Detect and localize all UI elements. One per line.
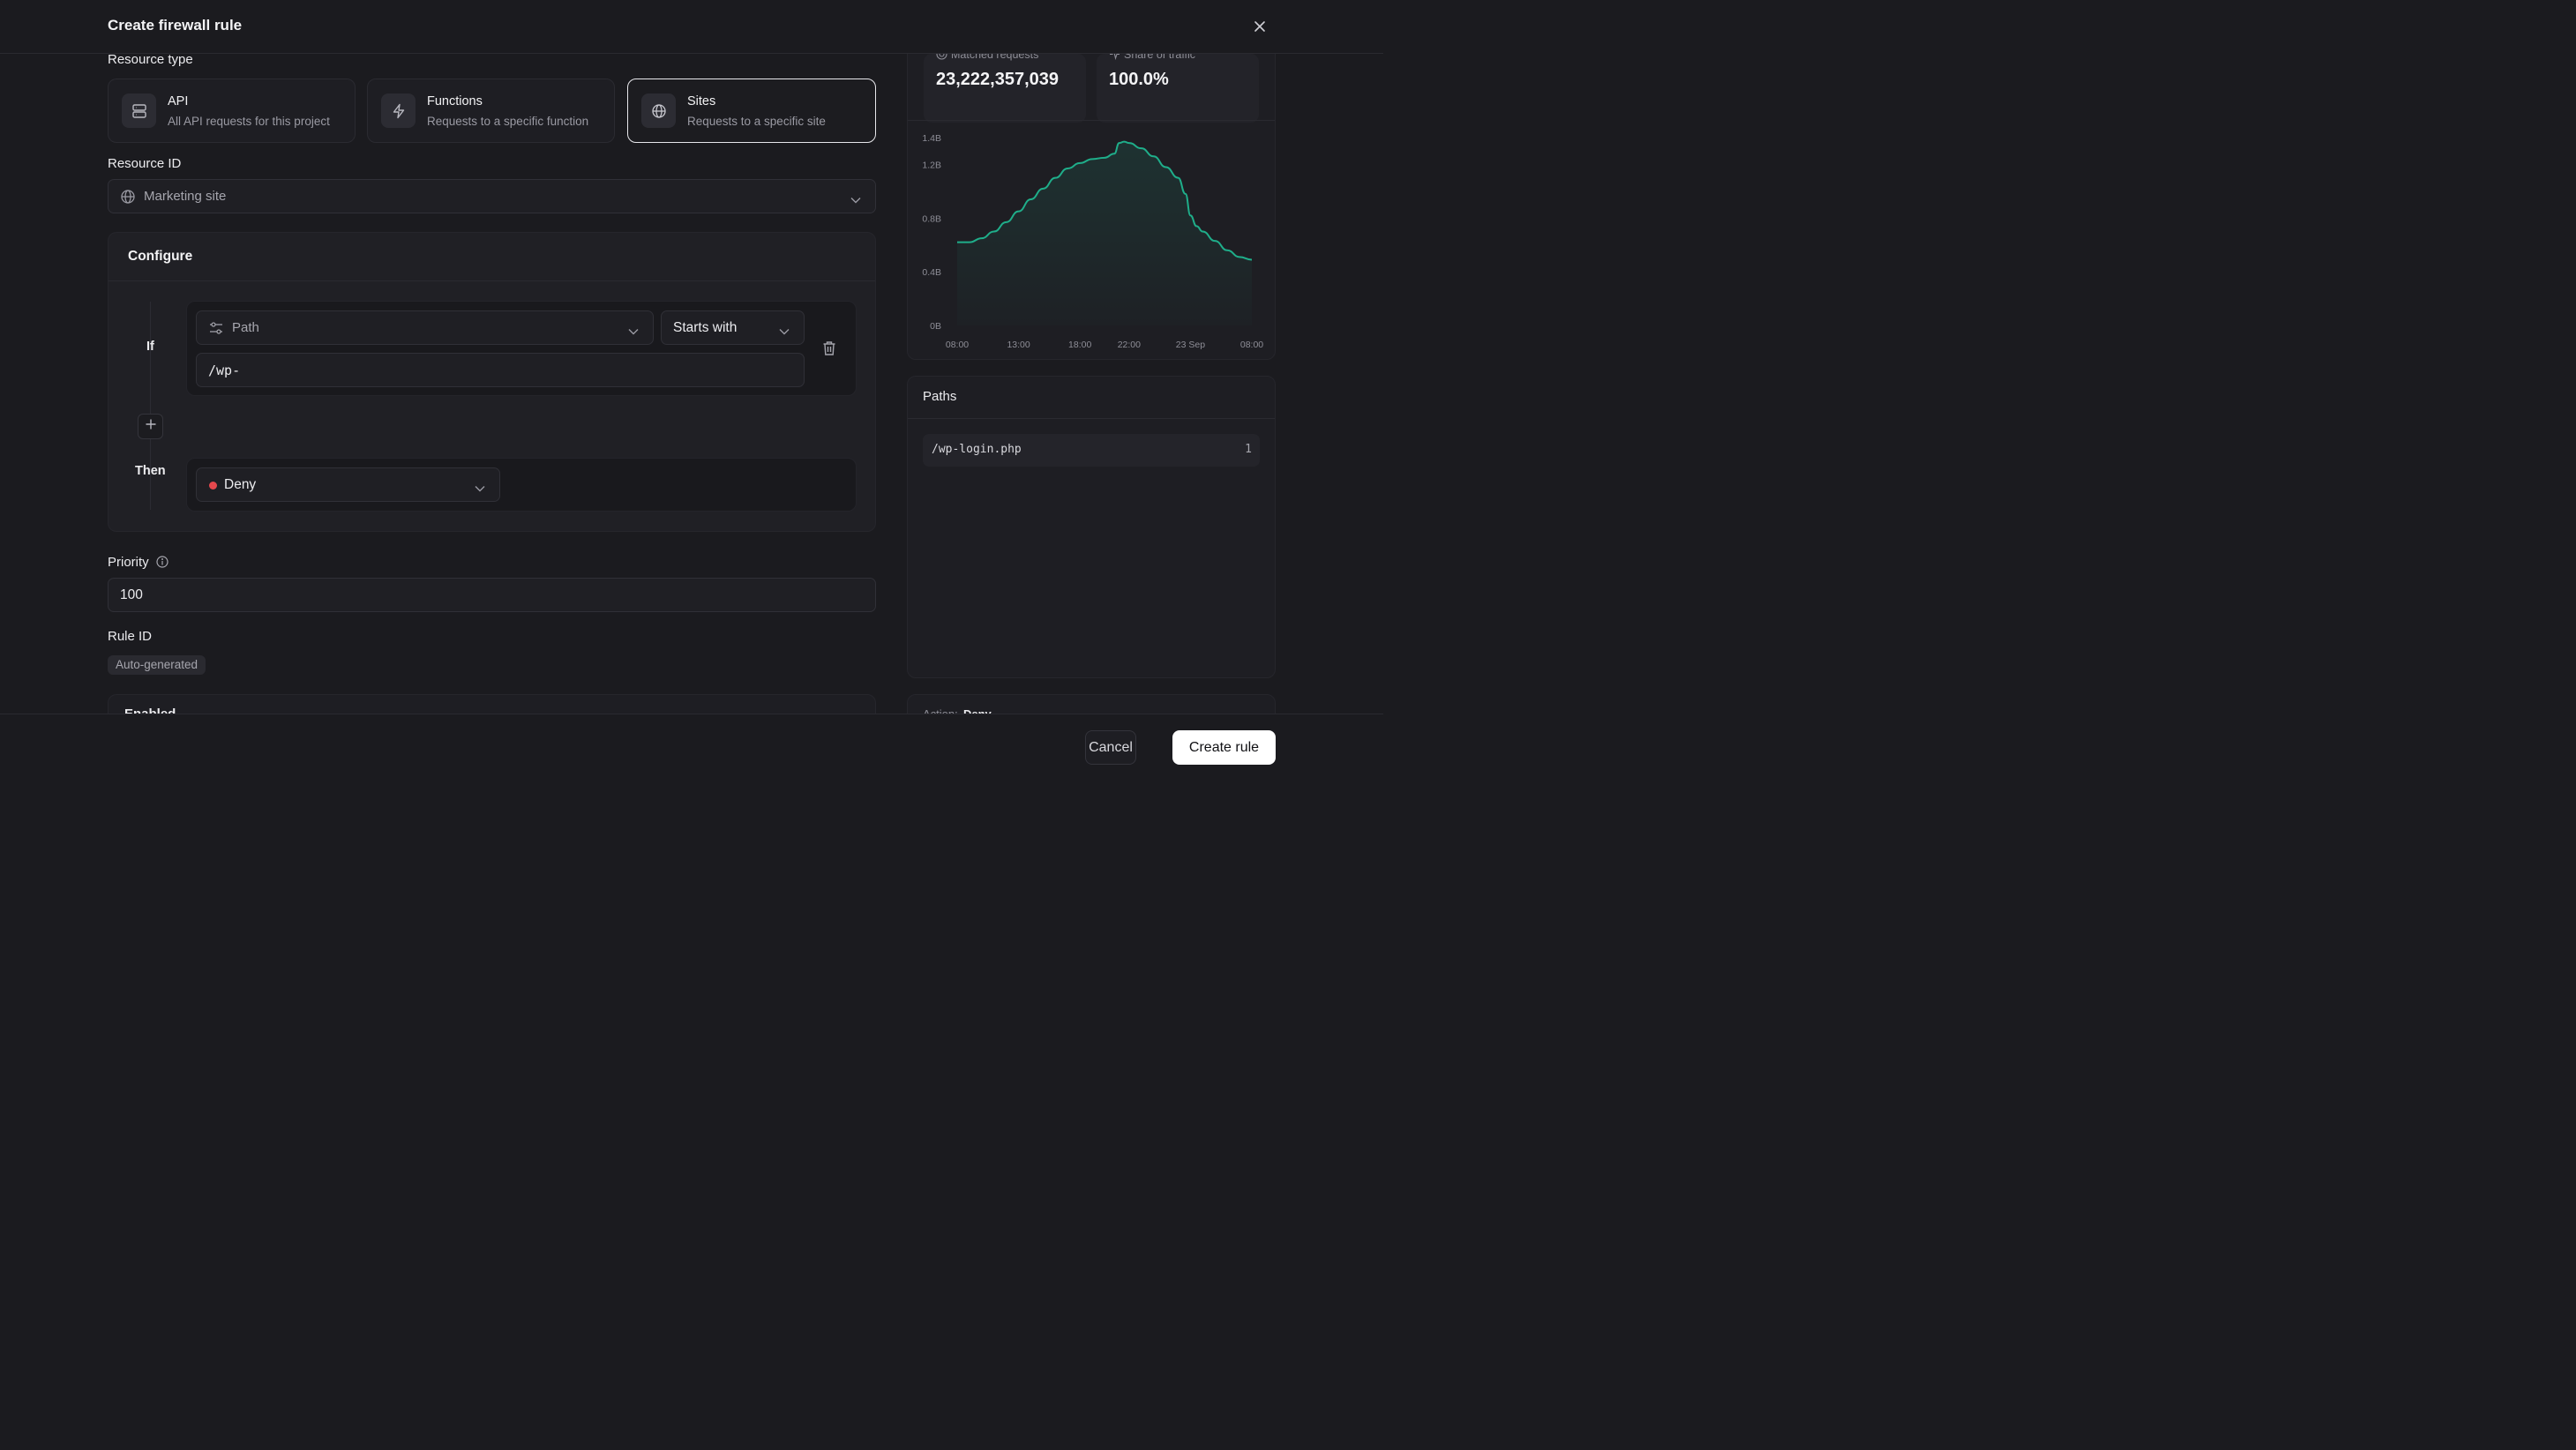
deny-status-dot: [209, 482, 217, 490]
action-row: Deny: [186, 458, 857, 512]
create-rule-button[interactable]: Create rule: [1172, 730, 1276, 765]
x-tick-label: 13:00: [1007, 340, 1030, 350]
condition-value-input[interactable]: /wp-: [196, 353, 805, 387]
dialog-header: Create firewall rule: [0, 0, 1383, 54]
dialog-footer: Cancel Create rule: [0, 714, 1383, 779]
info-icon[interactable]: [156, 556, 168, 572]
globe-icon: [641, 93, 676, 128]
cancel-button[interactable]: Cancel: [1085, 730, 1136, 765]
sliders-icon: [208, 320, 224, 340]
action-select[interactable]: Deny: [196, 467, 500, 502]
condition-field-select[interactable]: Path: [196, 310, 654, 345]
resource-type-api[interactable]: API All API requests for this project: [108, 78, 356, 143]
resource-type-title: Sites: [687, 94, 716, 108]
share-of-traffic-value: 100.0%: [1109, 70, 1169, 89]
resource-type-functions[interactable]: Functions Requests to a specific functio…: [367, 78, 615, 143]
y-tick-label: 0B: [930, 321, 941, 332]
priority-label: Priority: [108, 555, 168, 572]
traffic-chart: 1.4B 1.2B 0.8B 0.4B 0B 08:00 13:00 18:00 22:00 23…: [922, 133, 1263, 350]
divider: [908, 418, 1275, 419]
resource-type-label: Resource type: [108, 52, 193, 67]
x-tick-label: 22:00: [1118, 340, 1141, 350]
condition-value-text: /wp-: [208, 362, 241, 378]
matched-requests-value: 23,222,357,039: [936, 70, 1060, 89]
path-row[interactable]: /wp-login.php 1: [923, 434, 1260, 467]
x-tick-label: 18:00: [1068, 340, 1091, 350]
chevron-down-icon: [475, 481, 485, 497]
y-tick-label: 0.4B: [922, 267, 941, 278]
condition-operator-value: Starts with: [673, 320, 738, 335]
configure-header: Configure: [109, 233, 875, 281]
globe-icon: [120, 189, 136, 209]
configure-title: Configure: [128, 249, 193, 264]
traffic-panel: Matched requests 23,222,357,039 Share of…: [907, 18, 1276, 360]
close-icon[interactable]: [1250, 17, 1269, 36]
chevron-down-icon: [779, 324, 790, 340]
priority-input[interactable]: 100: [108, 578, 876, 612]
condition-operator-select[interactable]: Starts with: [661, 310, 805, 345]
lightning-icon: [381, 93, 416, 128]
configure-panel: Configure If Path Starts with /wp- Then …: [108, 232, 876, 532]
x-tick-label: 23 Sep: [1176, 340, 1205, 350]
y-tick-label: 1.2B: [922, 160, 941, 170]
condition-row: Path Starts with /wp-: [186, 301, 857, 396]
resource-type-description: All API requests for this project: [168, 115, 330, 128]
condition-field-value: Path: [232, 320, 259, 335]
dialog-title: Create firewall rule: [108, 17, 243, 34]
y-tick-label: 1.4B: [922, 133, 941, 144]
server-icon: [122, 93, 156, 128]
resource-type-sites[interactable]: Sites Requests to a specific site: [627, 78, 876, 143]
rule-id-badge: Auto-generated: [108, 655, 206, 675]
rule-id-label: Rule ID: [108, 629, 153, 644]
paths-title: Paths: [923, 389, 957, 404]
x-tick-label: 08:00: [946, 340, 969, 350]
paths-panel: Paths /wp-login.php 1: [907, 376, 1276, 678]
divider: [908, 120, 1275, 121]
path-count: 1: [1245, 443, 1252, 456]
add-condition-button[interactable]: [138, 414, 163, 439]
if-label: If: [146, 340, 154, 354]
resource-type-title: API: [168, 94, 189, 108]
resource-type-description: Requests to a specific function: [427, 115, 589, 128]
x-tick-label: 08:00: [1240, 340, 1263, 350]
priority-value: 100: [120, 587, 143, 602]
resource-id-label: Resource ID: [108, 156, 182, 171]
chevron-down-icon: [850, 192, 861, 208]
path-name: /wp-login.php: [932, 443, 1022, 456]
then-label: Then: [135, 464, 166, 478]
condition-rail: [150, 302, 151, 510]
resource-type-description: Requests to a specific site: [687, 115, 826, 128]
priority-label-text: Priority: [108, 555, 149, 570]
matched-requests-card: Matched requests 23,222,357,039: [924, 49, 1086, 123]
share-of-traffic-card: Share of traffic 100.0%: [1097, 48, 1259, 123]
resource-id-value: Marketing site: [144, 189, 227, 204]
chevron-down-icon: [628, 324, 639, 340]
plus-icon: [145, 418, 157, 435]
trash-icon[interactable]: [822, 340, 836, 361]
y-tick-label: 0.8B: [922, 213, 941, 224]
action-value: Deny: [224, 477, 257, 492]
resource-id-select[interactable]: Marketing site: [108, 179, 876, 213]
resource-type-title: Functions: [427, 94, 483, 108]
